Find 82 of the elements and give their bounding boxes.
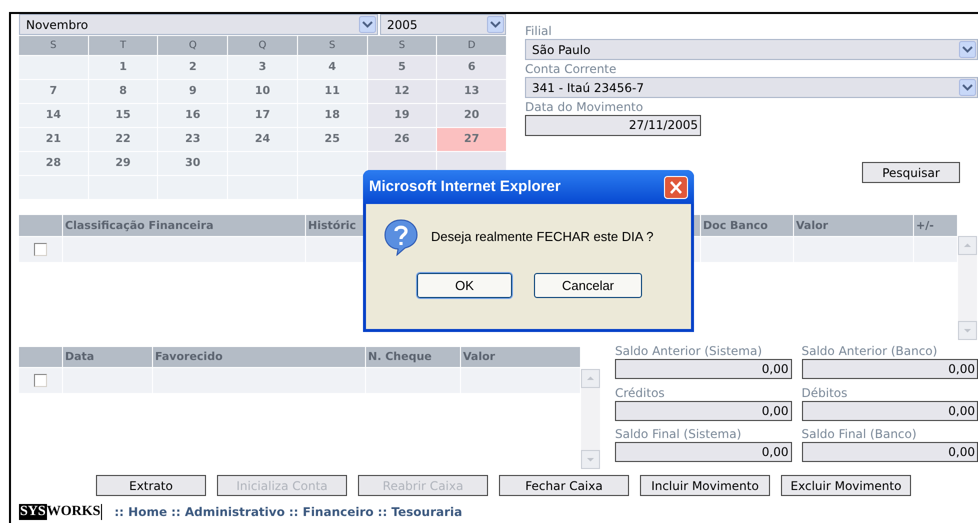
calendar-day[interactable]: 22 xyxy=(88,128,158,151)
calendar-day[interactable]: 17 xyxy=(228,104,297,127)
weekday-header: Q xyxy=(228,36,297,55)
search-button[interactable]: Pesquisar xyxy=(862,162,960,183)
balance-label: Saldo Anterior (Banco) xyxy=(802,344,938,359)
calendar-day[interactable]: 16 xyxy=(158,104,228,127)
action-button[interactable]: Incluir Movimento xyxy=(640,475,770,496)
weekday-header: S xyxy=(298,36,367,55)
year-select[interactable]: 2005 xyxy=(380,14,506,35)
column-header: +/- xyxy=(914,215,958,236)
row-checkbox[interactable] xyxy=(34,374,47,387)
balance-field[interactable]: 0,00 xyxy=(615,359,792,379)
select-field[interactable]: 341 - Itaú 23456-7 xyxy=(525,77,978,98)
calendar-day[interactable]: 5 xyxy=(368,56,436,79)
action-button[interactable]: Excluir Movimento xyxy=(781,475,911,496)
calendar-day[interactable]: 30 xyxy=(158,152,228,175)
breadcrumb-link[interactable]: :: Administrativo xyxy=(171,503,285,521)
calendar-day[interactable]: 23 xyxy=(158,128,228,151)
calendar-day[interactable]: 1 xyxy=(88,56,158,79)
calendar-day[interactable]: 13 xyxy=(437,80,506,103)
calendar-day[interactable]: 19 xyxy=(368,104,436,127)
column-header: Doc Banco xyxy=(701,215,794,236)
balance-label: Saldo Final (Sistema) xyxy=(615,427,742,442)
calendar-day[interactable]: 28 xyxy=(19,152,88,175)
balance-label: Saldo Anterior (Sistema) xyxy=(615,344,764,359)
weekday-header: S xyxy=(368,36,436,55)
column-header: N. Cheque xyxy=(366,347,461,367)
balance-field[interactable]: 0,00 xyxy=(802,359,978,379)
calendar-day[interactable]: 7 xyxy=(19,80,88,103)
breadcrumb-link[interactable]: :: Tesouraria xyxy=(378,503,462,521)
calendar-day[interactable]: 3 xyxy=(228,56,297,79)
dialog-button[interactable]: OK xyxy=(417,273,512,298)
weekday-header: T xyxy=(88,36,158,55)
calendar-day[interactable]: 15 xyxy=(88,104,158,127)
calendar-day[interactable]: 18 xyxy=(298,104,367,127)
dialog-title: Microsoft Internet Explorer xyxy=(369,176,561,197)
breadcrumb-link[interactable]: :: Financeiro xyxy=(288,503,374,521)
balance-field[interactable]: 0,00 xyxy=(802,442,978,462)
calendar-day[interactable]: 9 xyxy=(158,80,228,103)
question-icon xyxy=(383,218,419,256)
calendar-day[interactable]: 2 xyxy=(158,56,228,79)
calendar-day[interactable]: 6 xyxy=(437,56,506,79)
dialog-button[interactable]: Cancelar xyxy=(534,273,642,298)
field-label: Conta Corrente xyxy=(525,62,618,77)
balance-field[interactable]: 0,00 xyxy=(802,400,978,421)
calendar-day[interactable]: 29 xyxy=(88,152,158,175)
column-header: Valor xyxy=(794,215,914,236)
select-field[interactable]: São Paulo xyxy=(525,39,978,60)
calendar-day[interactable]: 21 xyxy=(19,128,88,151)
calendar-day[interactable]: 4 xyxy=(298,56,367,79)
column-header: Favorecido xyxy=(153,347,366,367)
weekday-header: Q xyxy=(158,36,228,55)
calendar-day[interactable]: 11 xyxy=(298,80,367,103)
field-label: Data do Movimento xyxy=(525,100,644,115)
column-header: Valor xyxy=(461,347,581,367)
calendar-day[interactable]: 20 xyxy=(437,104,506,127)
balance-label: Créditos xyxy=(615,386,666,401)
calendar-day[interactable]: 10 xyxy=(228,80,297,103)
balance-label: Saldo Final (Banco) xyxy=(802,427,918,442)
balance-field[interactable]: 0,00 xyxy=(615,442,792,462)
calendar-day[interactable]: 8 xyxy=(88,80,158,103)
calendar-day[interactable]: 25 xyxy=(298,128,367,151)
calendar-day[interactable]: 27 xyxy=(437,128,506,151)
action-button[interactable]: Fechar Caixa xyxy=(499,475,629,496)
field-label: Filial xyxy=(525,24,553,39)
balance-label: Débitos xyxy=(802,386,848,401)
calendar-day[interactable]: 14 xyxy=(19,104,88,127)
balance-field[interactable]: 0,00 xyxy=(615,400,792,421)
date-field[interactable]: 27/11/2005 xyxy=(525,115,701,136)
breadcrumb-link[interactable]: :: Home xyxy=(114,503,168,521)
row-checkbox[interactable] xyxy=(34,243,47,256)
column-header: Classificação Financeira xyxy=(63,215,306,236)
calendar-day[interactable]: 24 xyxy=(228,128,297,151)
column-header: Data xyxy=(63,347,153,367)
close-icon[interactable] xyxy=(664,176,688,198)
calendar-day[interactable]: 12 xyxy=(368,80,436,103)
month-select[interactable]: Novembro xyxy=(19,14,378,35)
action-button[interactable]: Extrato xyxy=(96,475,206,496)
weekday-header: S xyxy=(19,36,88,55)
calendar-day[interactable]: 26 xyxy=(368,128,436,151)
logo: SYSWORKS xyxy=(19,504,102,520)
weekday-header: D xyxy=(437,36,506,55)
